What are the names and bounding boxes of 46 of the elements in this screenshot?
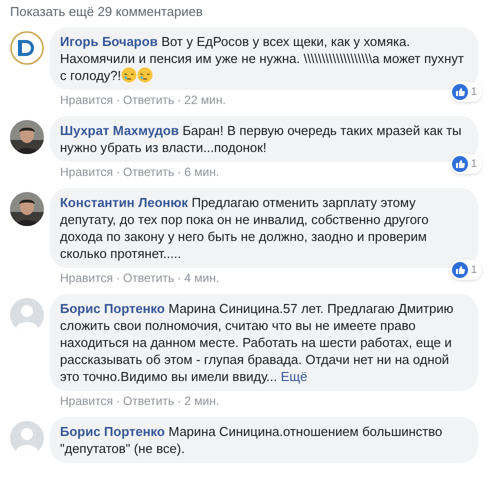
separator-dot: · [177,271,182,286]
thumbs-up-icon [452,84,468,100]
like-count: 1 [470,156,477,172]
thumbs-up-icon [452,156,468,172]
author-link[interactable]: Борис Портенко [60,301,165,316]
avatar-silhouette-icon [10,298,44,332]
show-more-link[interactable]: Показать ещё 29 комментариев [10,3,491,20]
like-count-badge[interactable]: 1 [450,260,482,280]
reply-link[interactable]: Ответить [122,271,174,286]
like-count: 1 [470,262,477,278]
like-link[interactable]: Нравится [60,93,113,108]
like-link[interactable]: Нравится [60,165,113,180]
like-count: 1 [470,84,477,100]
sleepy-face-icon [137,67,154,83]
comment-text: Борис Портенко Марина Синицина.отношением большинство "депутатов" (не все). [60,423,444,457]
like-link[interactable]: Нравится [60,394,113,409]
avatar-silhouette-icon [10,421,44,455]
sleepy-face-icon [121,67,138,83]
reply-link[interactable]: Ответить [122,165,174,180]
timestamp[interactable]: 22 мин. [184,93,226,108]
separator-dot: · [177,93,182,108]
comment-text: Константин Леонюк Предлагаю отменить зарплату этому депутату, до тех пор пока он не инвалид, собственно другого дохода по закону у него быть не должно, заодно и проверим сколько протянет..... [60,194,430,262]
more-link[interactable]: Ещё [280,369,308,384]
separator-dot: · [116,165,120,180]
timestamp[interactable]: 4 мин. [184,271,220,286]
separator-dot: · [177,165,182,180]
reply-link[interactable]: Ответить [122,394,174,409]
separator-dot: · [116,394,120,409]
author-link[interactable]: Игорь Бочаров [60,34,158,49]
like-link[interactable]: Нравится [60,271,113,286]
author-link[interactable]: Шухрат Махмудов [60,123,179,138]
separator-dot: · [116,271,120,286]
author-link[interactable]: Борис Портенко [60,424,165,439]
timestamp[interactable]: 6 мин. [184,165,220,180]
thumbs-up-icon [452,262,468,278]
comment-text: Шухрат Махмудов Баран! В первую очередь таких мразей как ты нужно убрать из власти...подонок! [60,122,463,156]
comment-text: Борис Портенко Марина Синицина.57 лет. Предлагаю Дмитрию сложить свои полномочия, считаю что вы не имеете право находиться на данном месте. Работать на шести работах, еще и рассказывать об этом - глупая бравада. Отдачи нет ни на одной это точно.Видимо вы имели ввиду... Ещё [60,300,454,385]
logo-avatar [10,31,44,65]
separator-dot: · [116,93,120,108]
separator-dot: · [177,394,182,409]
reply-link[interactable]: Ответить [122,93,174,108]
comment-text: Игорь Бочаров Вот у ЕдРосов у всех щеки, как у хомяка. Нахомячили и пенсия им уже не нужна. \\\\\\\\\\\\\\\\\\\а может пухнут с голоду?! [60,33,465,84]
timestamp[interactable]: 2 мин. [184,394,220,409]
author-link[interactable]: Константин Леонюк [60,195,188,210]
like-count-badge[interactable]: 1 [450,154,482,174]
like-count-badge[interactable]: 1 [450,82,482,102]
